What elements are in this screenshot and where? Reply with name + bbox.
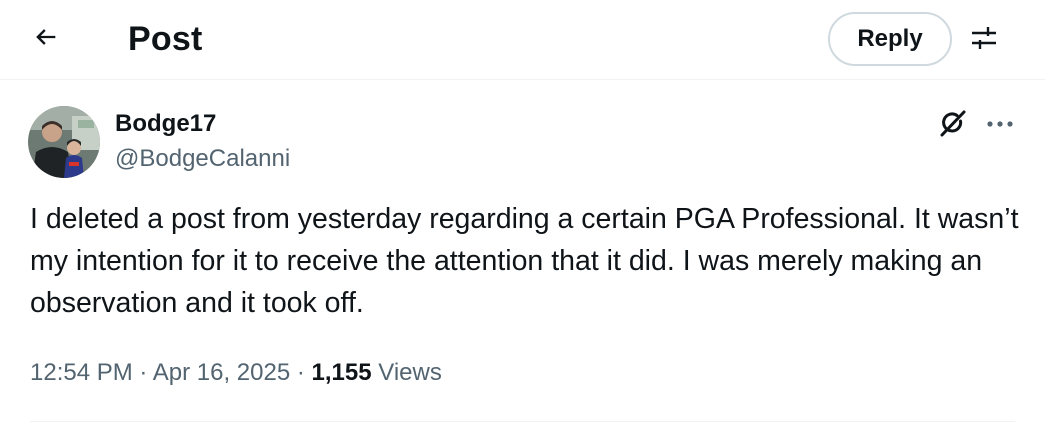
author-name[interactable]: Bodge17 [115,108,216,140]
views-count: 1,155 [311,359,372,386]
meta-separator: · [139,359,148,386]
back-button[interactable] [22,18,70,60]
post-text: I deleted a post from yesterday regardin… [30,203,1019,319]
grok-button[interactable] [936,108,970,142]
divider [30,421,1015,422]
author-handle[interactable]: @BodgeCalanni [115,143,290,175]
more-button[interactable] [982,108,1018,142]
post-metadata: 12:54 PM · Apr 16, 2025 · 1,155 Views [30,355,442,391]
post-time[interactable]: 12:54 PM [30,359,133,386]
page-title: Post [128,20,203,58]
reply-button[interactable]: Reply [828,12,952,66]
avatar[interactable] [28,106,100,178]
arrow-left-icon [32,23,60,56]
views-label: Views [378,359,442,386]
grok-icon [938,108,968,143]
meta-separator: · [296,359,305,386]
more-horizontal-icon [985,116,1015,134]
post-date[interactable]: Apr 16, 2025 [153,359,290,386]
top-app-bar: Post Reply [0,0,1045,80]
settings-button[interactable] [964,20,1004,60]
sliders-icon [969,23,999,58]
